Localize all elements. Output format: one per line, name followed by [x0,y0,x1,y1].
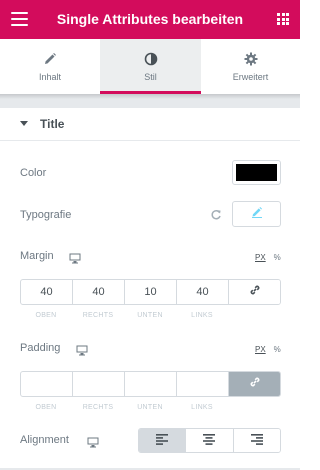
side-label-right: RECHTS [82,312,114,319]
alignment-choices [138,428,281,453]
padding-inputs [20,371,281,397]
margin-unit-switch[interactable]: PX% [255,253,281,262]
margin-top-input[interactable]: 40 [21,280,73,304]
pencil-icon [0,52,100,66]
unit-percent[interactable]: % [274,345,281,354]
pencil-icon [251,205,263,223]
color-picker[interactable] [232,160,281,185]
panel-header: Single Attributes bearbeiten [0,0,300,39]
unit-percent[interactable]: % [274,253,281,262]
tab-stil[interactable]: Stil [100,39,201,94]
panel-tabs: Inhalt Stil Erweitert [0,39,300,94]
margin-side-labels: OBEN RECHTS UNTEN LINKS [20,312,281,319]
link-icon [249,375,261,393]
side-label-bottom: UNTEN [137,312,163,319]
margin-inputs: 40 40 10 40 [20,279,281,305]
align-center-button[interactable] [186,429,234,452]
side-label-left: LINKS [191,404,213,411]
desktop-icon[interactable] [69,251,81,264]
caret-down-icon [20,121,28,126]
align-right-icon [250,432,263,450]
padding-unit-switch[interactable]: PX% [255,345,281,354]
tab-label: Erweitert [232,72,269,82]
align-center-icon [203,432,216,450]
tab-inhalt[interactable]: Inhalt [0,39,100,94]
alignment-label: Alignment [20,434,69,446]
link-icon [249,283,261,301]
typography-edit-button[interactable] [232,201,281,227]
desktop-icon[interactable] [76,343,88,356]
section-divider [0,94,300,108]
padding-label: Padding [20,342,61,354]
section-title: Title [40,117,65,131]
margin-right-input[interactable]: 40 [73,280,125,304]
side-label-bottom: UNTEN [137,404,163,411]
align-left-icon [156,432,169,450]
side-label-left: LINKS [191,312,213,319]
color-label: Color [20,167,47,179]
tab-label: Inhalt [38,72,62,82]
margin-left-input[interactable]: 40 [177,280,229,304]
desktop-icon[interactable] [87,435,99,448]
hamburger-menu-icon[interactable] [11,12,28,26]
half-circle-icon [100,52,201,66]
color-preview [236,164,277,181]
typography-label: Typografie [20,209,72,221]
margin-link-button[interactable] [229,280,280,304]
side-label-top: OBEN [35,312,57,319]
reset-icon[interactable] [210,208,222,220]
padding-left-input[interactable] [177,372,229,396]
padding-side-labels: OBEN RECHTS UNTEN LINKS [20,404,281,411]
apps-grid-icon[interactable] [277,13,289,25]
tab-erweitert[interactable]: Erweitert [201,39,300,94]
align-right-button[interactable] [233,429,280,452]
tab-label: Stil [144,72,157,82]
padding-right-input[interactable] [73,372,125,396]
unit-px[interactable]: PX [255,345,266,354]
panel-title: Single Attributes bearbeiten [56,11,244,27]
margin-bottom-input[interactable]: 10 [125,280,177,304]
margin-label: Margin [20,250,54,262]
align-left-button[interactable] [139,429,187,452]
section-title-toggle[interactable]: Title [0,108,300,141]
gear-icon [201,52,300,66]
padding-top-input[interactable] [21,372,73,396]
padding-bottom-input[interactable] [125,372,177,396]
side-label-top: OBEN [35,404,57,411]
unit-px[interactable]: PX [255,253,266,262]
side-label-right: RECHTS [82,404,114,411]
padding-link-button[interactable] [229,372,280,396]
